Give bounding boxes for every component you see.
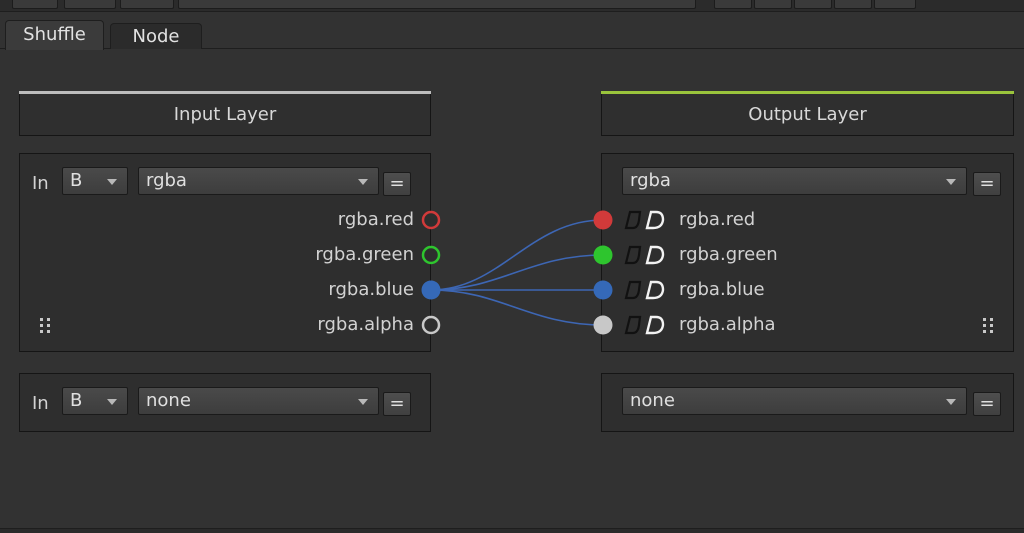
input-channel-green: rgba.green [315, 244, 414, 265]
output-layer-panel-2: none = [601, 373, 1014, 432]
chevron-down-icon [358, 179, 368, 185]
output-layer-dropdown-2[interactable]: none [622, 387, 967, 415]
output-layer-value: rgba [630, 170, 671, 191]
input-layer-title: Input Layer [173, 104, 277, 125]
toolbar-button[interactable] [834, 0, 872, 9]
input-channel-blue: rgba.blue [328, 279, 414, 300]
chevron-down-icon [107, 399, 117, 405]
drag-handle-icon[interactable] [983, 318, 995, 334]
input-source-dropdown-2[interactable]: B [62, 387, 128, 415]
toolbar-button[interactable] [794, 0, 832, 9]
input-node-blue[interactable] [421, 280, 441, 300]
input-source-dropdown[interactable]: B [62, 167, 128, 195]
output-node-blue[interactable] [593, 280, 613, 300]
input-node-red[interactable] [421, 210, 441, 230]
toolbar-field[interactable] [178, 0, 696, 9]
chevron-down-icon [107, 179, 117, 185]
input-node-alpha[interactable] [421, 315, 441, 335]
toolbar-button[interactable] [714, 0, 752, 9]
output-layer-header: Output Layer [601, 91, 1014, 136]
toolbar-button[interactable] [64, 0, 116, 9]
output-node-red[interactable] [593, 210, 613, 230]
tab-node[interactable]: Node [110, 23, 202, 49]
input-source-value: B [70, 170, 83, 191]
toolbar-button[interactable] [120, 0, 174, 9]
input-channel-red: rgba.red [337, 209, 414, 230]
output-header-accent [601, 91, 1014, 94]
output-node-green[interactable] [593, 245, 613, 265]
input-channel-alpha: rgba.alpha [317, 314, 414, 335]
chevron-down-icon [358, 399, 368, 405]
input-layer-panel-2: In B none = [19, 373, 431, 432]
chevron-down-icon [946, 399, 956, 405]
in-label: In [32, 393, 49, 414]
bottom-edge [0, 528, 1024, 533]
in-label: In [32, 173, 49, 194]
chevron-down-icon [946, 179, 956, 185]
input-layer-value: rgba [146, 170, 187, 191]
output-channel-red: rgba.red [679, 209, 756, 230]
top-toolbar [0, 0, 1024, 12]
output-layer-equals-button[interactable]: = [973, 172, 1001, 196]
toolbar-button[interactable] [754, 0, 792, 9]
output-channel-blue: rgba.blue [679, 279, 765, 300]
input-node-green[interactable] [421, 245, 441, 265]
input-layer-equals-button[interactable]: = [383, 172, 411, 196]
tab-shuffle[interactable]: Shuffle [5, 20, 104, 50]
toolbar-button[interactable] [12, 0, 58, 9]
input-layer-dropdown-2[interactable]: none [138, 387, 379, 415]
output-layer-dropdown[interactable]: rgba [622, 167, 967, 195]
output-channel-alpha: rgba.alpha [679, 314, 776, 335]
output-layer-value: none [630, 390, 675, 411]
input-layer-dropdown[interactable]: rgba [138, 167, 379, 195]
input-layer-panel: In B rgba = rgba.red rgba.green rgba.blu… [19, 153, 431, 352]
output-layer-title: Output Layer [748, 104, 867, 125]
drag-handle-icon[interactable] [40, 318, 52, 334]
input-layer-value: none [146, 390, 191, 411]
input-header-accent [19, 91, 431, 94]
output-layer-equals-button-2[interactable]: = [973, 392, 1001, 416]
toolbar-button[interactable] [874, 0, 916, 9]
output-channel-green: rgba.green [679, 244, 778, 265]
output-node-alpha[interactable] [593, 315, 613, 335]
input-source-value: B [70, 390, 83, 411]
input-layer-header: Input Layer [19, 91, 431, 136]
input-layer-equals-button-2[interactable]: = [383, 392, 411, 416]
